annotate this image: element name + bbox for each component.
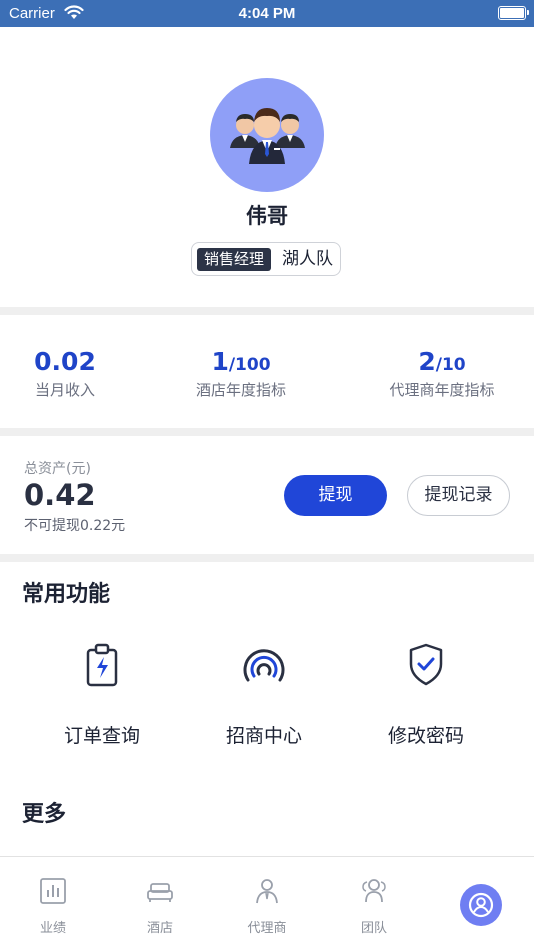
investment-center-button[interactable]: 招商中心 [184, 640, 344, 748]
user-circle-icon [468, 892, 494, 918]
tab-label: 团队 [360, 921, 387, 936]
order-query-button[interactable]: 订单查询 [22, 640, 182, 748]
stat-total: /100 [228, 355, 271, 375]
stat-agent-target[interactable]: 2/10 代理商年度指标 [352, 347, 532, 400]
tab-label: 业绩 [39, 921, 66, 936]
clock: 4:04 PM [238, 5, 296, 22]
tab-label: 酒店 [146, 921, 173, 936]
user-name: 伟哥 [246, 204, 288, 228]
tab-bar: 业绩 酒店 代理商 团队 [0, 856, 534, 951]
bed-icon [147, 883, 173, 902]
withdraw-button[interactable]: 提现 [284, 475, 387, 516]
more-title: 更多 [22, 802, 67, 827]
assets-section: 总资产(元) 0.42 不可提现0.22元 提现 提现记录 [0, 436, 534, 554]
assets-note: 不可提现0.22元 [24, 518, 126, 534]
status-bar: Carrier 4:04 PM [0, 0, 534, 27]
stat-value: 1 [211, 347, 229, 376]
stat-label: 酒店年度指标 [195, 381, 286, 399]
battery-icon [498, 6, 529, 20]
stat-value: 0.02 [34, 347, 96, 376]
bar-chart-icon [40, 878, 66, 904]
tab-profile-active-bg [460, 884, 502, 926]
withdraw-record-button[interactable]: 提现记录 [407, 475, 510, 516]
stat-total: /10 [435, 355, 466, 375]
stat-label: 当月收入 [34, 381, 95, 399]
stat-value: 2 [418, 347, 436, 376]
team-icon [362, 879, 386, 903]
tab-label: 代理商 [247, 921, 287, 936]
order-clipboard-icon [86, 643, 118, 687]
func-label: 订单查询 [63, 725, 140, 747]
tab-hotel[interactable]: 酒店 [107, 857, 213, 951]
func-label: 招商中心 [225, 725, 302, 747]
stat-hotel-target[interactable]: 1/100 酒店年度指标 [151, 347, 331, 400]
common-functions-title: 常用功能 [22, 582, 111, 607]
divider [0, 307, 534, 315]
team-avatar-icon [230, 108, 305, 164]
stat-label: 代理商年度指标 [389, 381, 495, 399]
shield-check-icon [409, 643, 443, 686]
stats-section: 0.02 当月收入 1/100 酒店年度指标 2/10 代理商年度指标 [0, 315, 534, 427]
assets-amount: 0.42 [24, 478, 96, 512]
change-password-button[interactable]: 修改密码 [346, 640, 506, 748]
profile-section: 伟哥 销售经理 湖人队 [0, 27, 534, 307]
agent-icon [256, 879, 278, 904]
avatar[interactable] [210, 78, 324, 192]
tab-agent[interactable]: 代理商 [214, 857, 320, 951]
assets-title: 总资产(元) [24, 461, 91, 477]
signal-person-icon [243, 649, 285, 682]
role-label: 销售经理 [197, 248, 272, 271]
divider [0, 554, 534, 562]
tab-performance[interactable]: 业绩 [0, 857, 106, 951]
stat-monthly-income[interactable]: 0.02 当月收入 [0, 347, 155, 400]
role-tag: 销售经理 湖人队 [191, 242, 341, 276]
tab-team[interactable]: 团队 [321, 857, 427, 951]
divider [0, 428, 534, 436]
func-label: 修改密码 [387, 725, 464, 747]
team-label: 湖人队 [282, 249, 333, 269]
tab-profile[interactable] [428, 857, 534, 951]
